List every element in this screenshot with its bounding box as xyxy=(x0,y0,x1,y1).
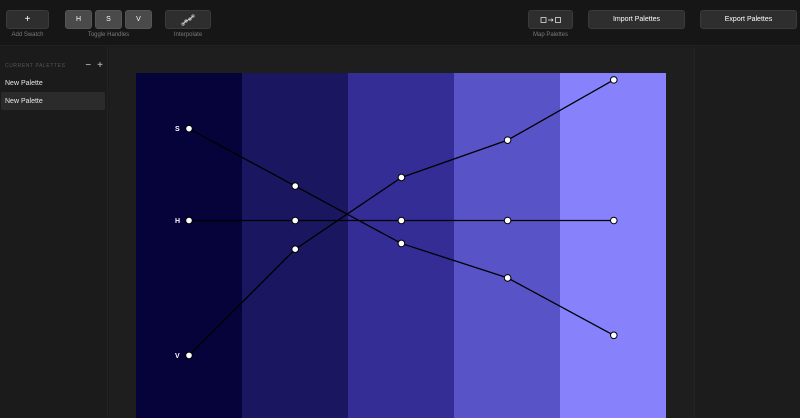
curve-s xyxy=(188,128,615,336)
handle-s-4[interactable] xyxy=(503,274,512,282)
hsv-handles-graph: S H V xyxy=(175,76,618,360)
handle-v-3[interactable] xyxy=(397,173,406,182)
handle-s-1[interactable] xyxy=(185,124,193,133)
handle-v-5[interactable] xyxy=(610,76,618,84)
curve-label-h: H xyxy=(175,218,180,225)
handle-s-2[interactable] xyxy=(291,182,300,190)
handle-h-4[interactable] xyxy=(503,216,512,225)
handle-h-5[interactable] xyxy=(610,216,618,225)
handle-v-4[interactable] xyxy=(503,136,512,144)
handle-h-3[interactable] xyxy=(397,216,406,225)
handle-h-1[interactable] xyxy=(185,216,193,225)
curve-label-v: V xyxy=(175,353,180,360)
handle-s-3[interactable] xyxy=(397,239,406,248)
handle-h-2[interactable] xyxy=(291,216,300,225)
curve-label-s: S xyxy=(175,126,180,133)
handle-s-5[interactable] xyxy=(610,331,618,340)
handle-v-2[interactable] xyxy=(291,245,300,253)
handle-v-1[interactable] xyxy=(185,351,193,360)
